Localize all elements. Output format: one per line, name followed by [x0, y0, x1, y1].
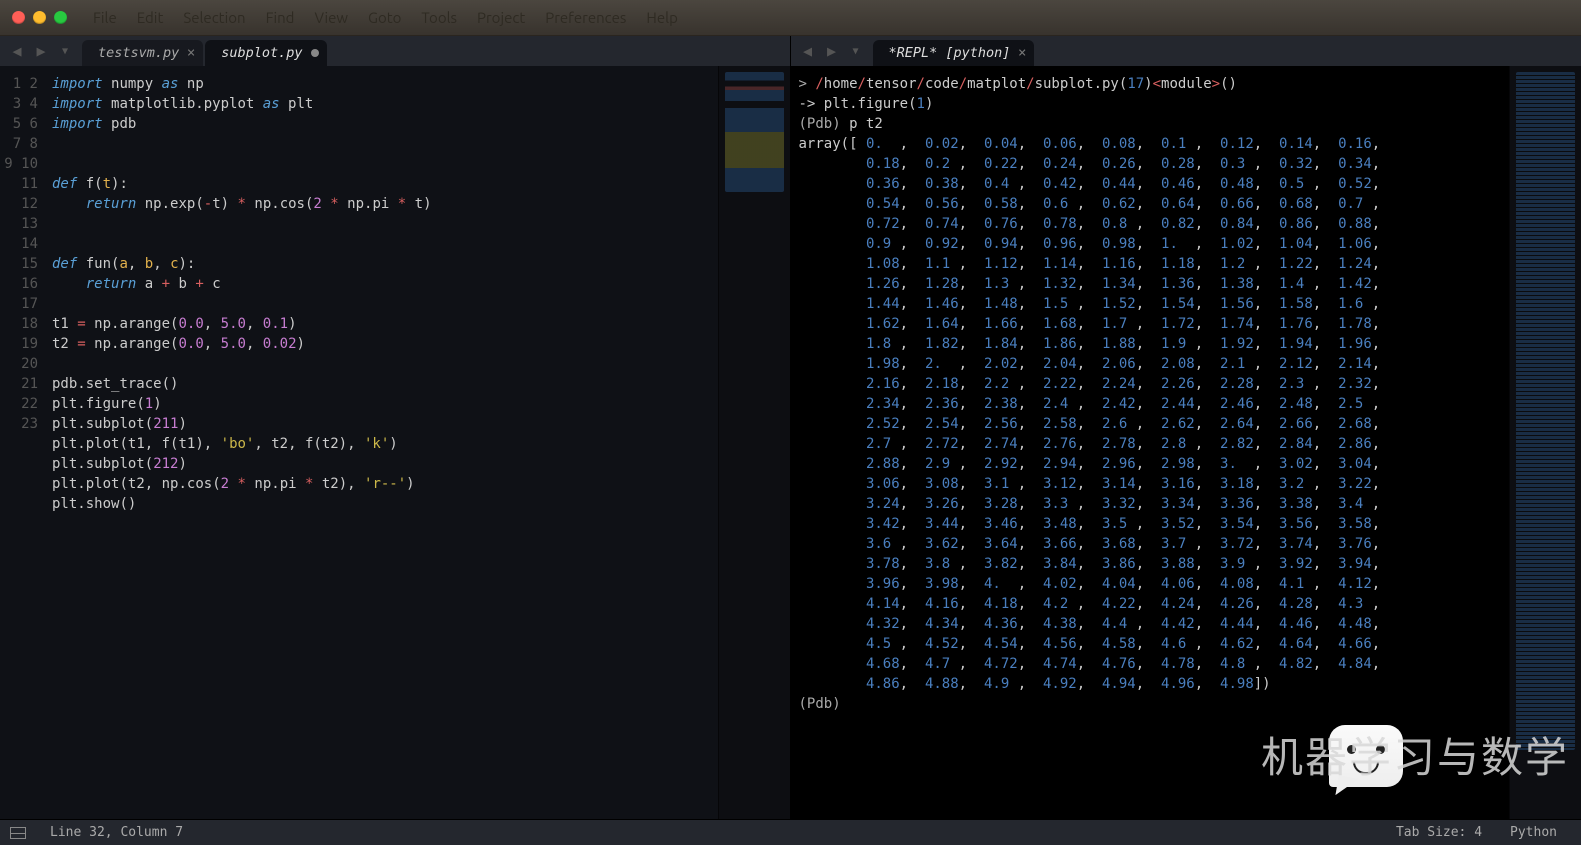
repl-pane: ◀ ▶ ▼ *REPL* [python] × > /home/tensor/c…	[791, 36, 1581, 819]
nav-arrows-right: ◀ ▶ ▼	[797, 42, 867, 60]
close-tab-icon[interactable]: ×	[1018, 45, 1026, 61]
nav-back-icon[interactable]: ◀	[797, 42, 819, 60]
status-tab-size[interactable]: Tab Size: 4	[1382, 825, 1496, 840]
title-bar: FileEditSelectionFindViewGotoToolsProjec…	[0, 0, 1581, 36]
nav-forward-icon[interactable]: ▶	[821, 42, 843, 60]
tab-label: testsvm.py	[98, 45, 179, 61]
minimap-left[interactable]	[718, 66, 790, 819]
line-number-gutter: 1 2 3 4 5 6 7 8 9 10 11 12 13 14 15 16 1…	[0, 66, 48, 819]
nav-dropdown-icon[interactable]: ▼	[845, 42, 867, 60]
status-language[interactable]: Python	[1496, 825, 1571, 840]
status-cursor[interactable]: Line 32, Column 7	[36, 825, 197, 840]
tab-subplot-py[interactable]: subplot.py	[205, 40, 326, 66]
nav-forward-icon[interactable]: ▶	[30, 42, 52, 60]
watermark-text: 机器学习与数学	[1261, 724, 1569, 785]
repl-content[interactable]: > /home/tensor/code/matplot/subplot.py(1…	[791, 66, 1581, 819]
workspace: ◀ ▶ ▼ testsvm.py × subplot.py 1 2 3 4 5 6 …	[0, 36, 1581, 819]
editor-pane: ◀ ▶ ▼ testsvm.py × subplot.py 1 2 3 4 5 6 …	[0, 36, 791, 819]
tab-label: *REPL* [python]	[889, 45, 1011, 61]
minimize-window-icon[interactable]	[33, 11, 46, 24]
menu-project[interactable]: Project	[469, 5, 533, 30]
menu-file[interactable]: File	[85, 5, 125, 30]
close-tab-icon[interactable]: ×	[187, 45, 195, 61]
nav-back-icon[interactable]: ◀	[6, 42, 28, 60]
nav-arrows-left: ◀ ▶ ▼	[6, 42, 76, 60]
tab-bar-right: ◀ ▶ ▼ *REPL* [python] ×	[791, 36, 1581, 66]
minimap-right[interactable]	[1509, 66, 1581, 819]
panel-layout-icon[interactable]	[10, 827, 26, 839]
tab-repl[interactable]: *REPL* [python] ×	[873, 40, 1035, 66]
menu-find[interactable]: Find	[258, 5, 303, 30]
tab-testsvm-py[interactable]: testsvm.py ×	[82, 40, 203, 66]
tab-bar-left: ◀ ▶ ▼ testsvm.py × subplot.py	[0, 36, 790, 66]
menu-goto[interactable]: Goto	[360, 5, 409, 30]
maximize-window-icon[interactable]	[54, 11, 67, 24]
menu-view[interactable]: View	[306, 5, 356, 30]
close-window-icon[interactable]	[12, 11, 25, 24]
menu-selection[interactable]: Selection	[175, 5, 253, 30]
status-bar: Line 32, Column 7 Tab Size: 4 Python	[0, 819, 1581, 845]
menu-edit[interactable]: Edit	[129, 5, 172, 30]
menu-help[interactable]: Help	[638, 5, 685, 30]
menu-tools[interactable]: Tools	[413, 5, 465, 30]
tab-label: subplot.py	[221, 45, 302, 61]
editor-area[interactable]: 1 2 3 4 5 6 7 8 9 10 11 12 13 14 15 16 1…	[0, 66, 790, 819]
code-content[interactable]: import numpy as np import matplotlib.pyp…	[48, 66, 718, 819]
dirty-dot-icon	[311, 49, 319, 57]
menu-bar: FileEditSelectionFindViewGotoToolsProjec…	[85, 5, 686, 30]
menu-preferences[interactable]: Preferences	[537, 5, 634, 30]
window-controls	[12, 11, 67, 24]
nav-dropdown-icon[interactable]: ▼	[54, 42, 76, 60]
